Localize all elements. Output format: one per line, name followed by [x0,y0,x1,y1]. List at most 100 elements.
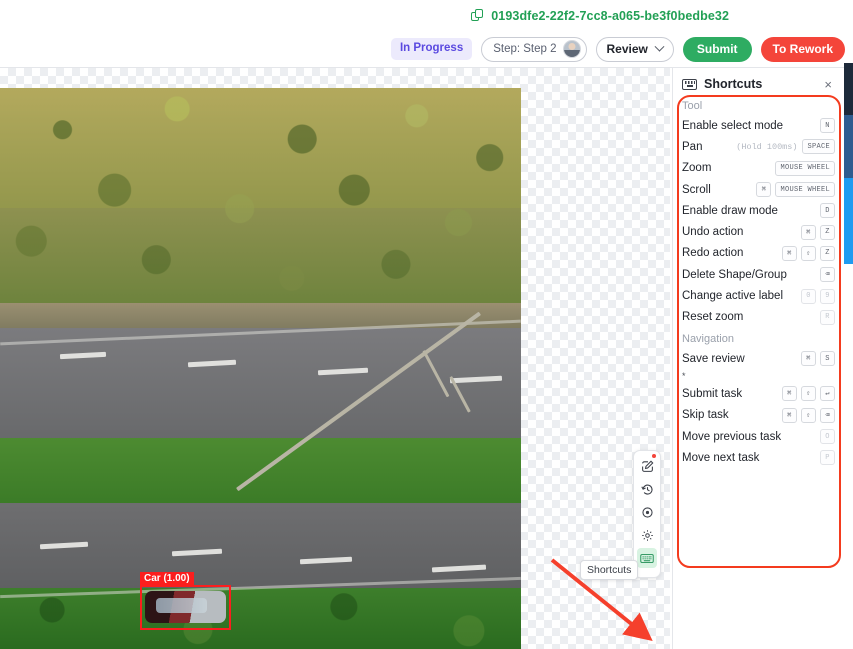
shortcut-key-badge: ⌘ [782,407,797,423]
shortcut-hint: (Hold 100ms) [736,141,798,152]
task-id-display[interactable]: 0193dfe2-22f2-7cc8-a065-be3f0bedbe32 [471,9,729,23]
shortcut-label: Enable select mode [682,119,784,132]
lane-dash [317,367,369,376]
shortcut-key-badge: ⌘ [756,182,772,198]
shortcut-row: Enable draw mode D [682,200,835,221]
shortcut-keys: 09 [801,288,835,304]
shortcut-key-badge: ⇧ [801,386,816,402]
image-canvas[interactable]: Car (1.00) [0,68,670,649]
close-icon[interactable]: × [822,78,834,91]
bounding-box-car[interactable]: Car (1.00) [140,572,231,630]
lane-dash [59,351,107,360]
copy-icon[interactable] [471,9,484,22]
shortcut-label: Move previous task [682,430,782,443]
keyboard-shortcuts-icon[interactable] [637,454,657,568]
shortcut-label: Delete Shape/Group [682,268,787,281]
shortcuts-panel-header: Shortcuts × [673,68,844,98]
shortcut-keys: ⌫ [820,267,835,283]
shortcut-label: Zoom [682,162,712,175]
shortcut-key-badge: Z [820,245,835,261]
shortcut-row: Scroll ⌘ MOUSE WHEEL [682,179,835,200]
annotated-photo[interactable]: Car (1.00) [0,88,521,649]
lane-dash [299,556,353,565]
shortcut-keys: ⌘ MOUSE WHEEL [756,182,835,198]
shortcut-keys: P [820,450,835,466]
shortcut-key-badge: ⌫ [820,407,835,423]
shortcut-label: Change active label [682,290,784,303]
shortcuts-section-header: Navigation [682,332,734,345]
avatar [562,40,581,58]
history-icon[interactable] [637,479,657,499]
shortcut-label: Skip task [682,409,729,422]
shortcuts-tooltip: Shortcuts [580,560,639,580]
shortcut-keys: ⌘ Z [801,224,835,240]
shortcut-label: Move next task [682,451,760,464]
lane-dash [431,564,487,573]
shortcut-key-badge: MOUSE WHEEL [775,160,835,176]
vegetation-texture [0,88,521,320]
shortcuts-panel-title: Shortcuts [704,77,763,91]
shortcut-key-badge: S [820,351,835,367]
shortcut-label: Submit task [682,387,743,400]
review-label: Review [606,42,648,56]
submit-button[interactable]: Submit [682,36,752,62]
shortcut-row: Save review ⌘ S [682,348,835,369]
shortcut-key-badge: O [820,429,835,444]
shortcut-label: Redo action [682,247,744,260]
focus-target-icon[interactable] [637,502,657,522]
lane-dash [187,359,237,368]
shortcut-keys: SPACE [802,139,835,155]
to-rework-button[interactable]: To Rework [760,36,845,62]
shortcut-keys: ⌘ ⇧ ↵ [782,386,835,402]
shortcut-keys: R [820,309,835,325]
shortcut-label: * [682,371,686,382]
shortcut-row: * [682,369,835,383]
lane-dash [171,548,223,557]
shortcut-key-badge: ⌘ [801,224,816,240]
shortcut-keys: N [820,118,835,134]
shortcut-row: Submit task ⌘ ⇧ ↵ [682,383,835,404]
shortcuts-list: Tool Enable select mode N Pan (Hold 100ms) SP… [673,95,845,468]
shortcut-keys: O [820,429,835,444]
shortcut-key-badge: SPACE [802,139,835,155]
shortcut-key-badge: R [820,309,835,325]
shortcut-row: Move previous task O [682,426,835,447]
action-bar: In Progress Step: Step 2 Review Submit T… [0,31,853,68]
scrollbar-segment-bright[interactable] [844,178,853,264]
notification-dot [652,454,656,458]
shortcuts-panel: Shortcuts × Tool Enable select mode N Pan (H… [672,68,844,649]
shortcuts-section-header: Tool [682,100,703,112]
shortcut-key-badge: N [820,118,835,134]
shortcut-key-badge: Z [820,224,835,240]
shortcut-key-badge: ⌘ [782,245,797,261]
shortcut-label: Pan [682,140,703,153]
scrollbar-segment-dark[interactable] [844,63,853,115]
annotation-tool-window: 0193dfe2-22f2-7cc8-a065-be3f0bedbe32 In … [0,0,853,649]
lane-dash [39,541,89,550]
top-bar: 0193dfe2-22f2-7cc8-a065-be3f0bedbe32 [0,0,853,31]
shortcut-row: Enable select mode N [682,115,835,136]
shortcut-row: Delete Shape/Group ⌫ [682,264,835,285]
page-scrollbar[interactable] [844,60,853,649]
review-dropdown[interactable]: Review [595,36,674,62]
step-selector[interactable]: Step: Step 2 [481,36,587,62]
utility-pole-crossarm [422,350,450,398]
bounding-box-label: Car (1.00) [140,572,194,586]
shortcut-keys: D [820,203,835,219]
shortcut-row: Redo action ⌘ ⇧ Z [682,243,835,264]
shortcut-key-badge: ↵ [820,386,835,402]
shortcut-keys: MOUSE WHEEL [775,160,835,176]
settings-gear-icon[interactable] [637,525,657,545]
shortcut-row: Undo action ⌘ Z [682,221,835,242]
shortcut-label: Scroll [682,183,711,196]
shortcut-label: Reset zoom [682,311,744,324]
shortcut-key-badge: 9 [820,288,835,304]
edit-annotation-icon[interactable] [637,456,657,476]
shortcut-row: Move next task P [682,447,835,468]
shortcut-key-badge: ⌘ [801,351,816,367]
scrollbar-segment-mid[interactable] [844,115,853,178]
task-id-text: 0193dfe2-22f2-7cc8-a065-be3f0bedbe32 [491,8,729,23]
detected-car [145,591,226,623]
shortcut-key-badge: ⇧ [801,407,816,423]
lane-dash [449,375,503,384]
